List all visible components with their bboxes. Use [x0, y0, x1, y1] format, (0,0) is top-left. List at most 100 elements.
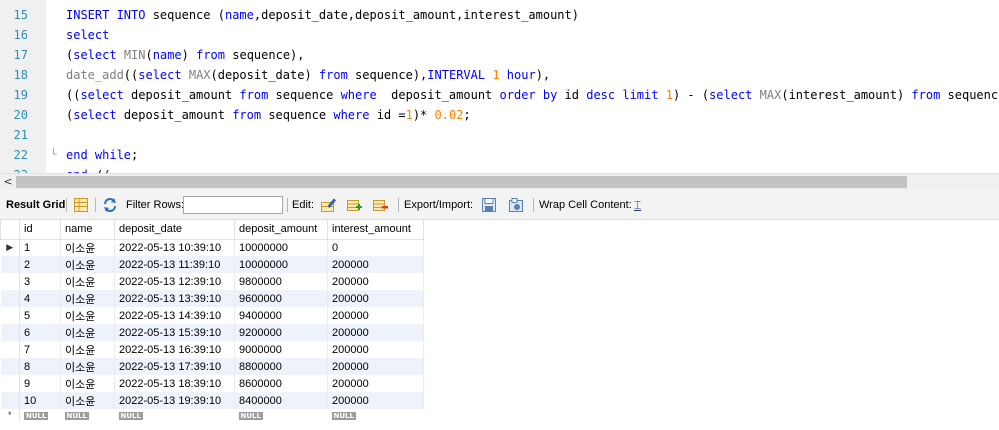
- new-row[interactable]: * NULL NULL NULL NULL NULL: [0, 409, 424, 421]
- table-row[interactable]: 6 이소윤 2022-05-13 15:39:10 9200000 200000: [0, 324, 424, 341]
- table-row[interactable]: 8 이소윤 2022-05-13 17:39:10 8800000 200000: [0, 358, 424, 375]
- row-indicator[interactable]: [0, 273, 20, 290]
- code-line[interactable]: 21: [0, 125, 999, 145]
- cell-name[interactable]: 이소윤: [60, 239, 115, 256]
- scrollbar-thumb[interactable]: [16, 176, 907, 188]
- cell-interest-amount[interactable]: 200000: [327, 392, 424, 409]
- null-cell[interactable]: NULL: [327, 409, 424, 421]
- row-indicator[interactable]: [0, 290, 20, 307]
- cell-id[interactable]: 1: [19, 239, 61, 256]
- import-icon[interactable]: [508, 197, 524, 213]
- add-row-icon[interactable]: [346, 197, 362, 213]
- refresh-icon[interactable]: [102, 197, 118, 213]
- code-line[interactable]: 20 (select deposit_amount from sequence w…: [0, 105, 999, 125]
- cell-id[interactable]: 5: [19, 307, 61, 324]
- row-indicator[interactable]: [0, 256, 20, 273]
- grid-view-icon[interactable]: [73, 197, 89, 213]
- cell-interest-amount[interactable]: 200000: [327, 256, 424, 273]
- row-indicator[interactable]: [0, 324, 20, 341]
- edit-row-icon[interactable]: [320, 197, 336, 213]
- cell-deposit-amount[interactable]: 9600000: [234, 290, 328, 307]
- cell-name[interactable]: 이소윤: [60, 256, 115, 273]
- cell-deposit-amount[interactable]: 10000000: [234, 256, 328, 273]
- cell-id[interactable]: 3: [19, 273, 61, 290]
- cell-name[interactable]: 이소윤: [60, 307, 115, 324]
- null-cell[interactable]: NULL: [234, 409, 328, 421]
- cell-deposit-date[interactable]: 2022-05-13 16:39:10: [114, 341, 235, 358]
- cell-deposit-date[interactable]: 2022-05-13 18:39:10: [114, 375, 235, 392]
- row-indicator[interactable]: [0, 358, 20, 375]
- cell-deposit-amount[interactable]: 9800000: [234, 273, 328, 290]
- wrap-cell-toggle-icon[interactable]: ⌶: [634, 190, 641, 220]
- cell-deposit-amount[interactable]: 9000000: [234, 341, 328, 358]
- fold-marker-icon[interactable]: └: [50, 145, 57, 165]
- cell-id[interactable]: 10: [19, 392, 61, 409]
- editor-horizontal-scrollbar[interactable]: <: [0, 173, 999, 190]
- code-line[interactable]: 16 select: [0, 25, 999, 45]
- code-line[interactable]: 19 ((select deposit_amount from sequence …: [0, 85, 999, 105]
- row-indicator[interactable]: [0, 341, 20, 358]
- cell-deposit-date[interactable]: 2022-05-13 11:39:10: [114, 256, 235, 273]
- cell-deposit-date[interactable]: 2022-05-13 10:39:10: [114, 239, 235, 256]
- code-line[interactable]: 23 end //: [0, 165, 999, 173]
- result-grid-tab[interactable]: Result Grid: [6, 190, 65, 220]
- cell-deposit-date[interactable]: 2022-05-13 19:39:10: [114, 392, 235, 409]
- cell-id[interactable]: 4: [19, 290, 61, 307]
- table-row[interactable]: 3 이소윤 2022-05-13 12:39:10 9800000 200000: [0, 273, 424, 290]
- export-icon[interactable]: [481, 197, 497, 213]
- code-line[interactable]: 15 INSERT INTO sequence (name,deposit_dat…: [0, 5, 999, 25]
- null-cell[interactable]: NULL: [114, 409, 235, 421]
- row-indicator[interactable]: [0, 392, 20, 409]
- cell-id[interactable]: 7: [19, 341, 61, 358]
- cell-interest-amount[interactable]: 200000: [327, 375, 424, 392]
- cell-interest-amount[interactable]: 200000: [327, 341, 424, 358]
- null-cell[interactable]: NULL: [60, 409, 115, 421]
- table-row[interactable]: 9 이소윤 2022-05-13 18:39:10 8600000 200000: [0, 375, 424, 392]
- filter-rows-input[interactable]: [183, 196, 283, 214]
- cell-interest-amount[interactable]: 200000: [327, 358, 424, 375]
- cell-deposit-date[interactable]: 2022-05-13 15:39:10: [114, 324, 235, 341]
- cell-interest-amount[interactable]: 200000: [327, 324, 424, 341]
- column-header-id[interactable]: id: [19, 220, 61, 240]
- cell-deposit-amount[interactable]: 9200000: [234, 324, 328, 341]
- cell-name[interactable]: 이소윤: [60, 392, 115, 409]
- table-row[interactable]: 5 이소윤 2022-05-13 14:39:10 9400000 200000: [0, 307, 424, 324]
- table-row[interactable]: 10 이소윤 2022-05-13 19:39:10 8400000 200000: [0, 392, 424, 409]
- column-header-deposit-date[interactable]: deposit_date: [114, 220, 235, 240]
- delete-row-icon[interactable]: [372, 197, 388, 213]
- table-row[interactable]: 2 이소윤 2022-05-13 11:39:10 10000000 200000: [0, 256, 424, 273]
- column-header-name[interactable]: name: [60, 220, 115, 240]
- cell-deposit-amount[interactable]: 10000000: [234, 239, 328, 256]
- cell-interest-amount[interactable]: 0: [327, 239, 424, 256]
- table-row[interactable]: ▶ 1 이소윤 2022-05-13 10:39:10 10000000 0: [0, 239, 424, 256]
- cell-name[interactable]: 이소윤: [60, 375, 115, 392]
- cell-deposit-date[interactable]: 2022-05-13 13:39:10: [114, 290, 235, 307]
- cell-deposit-date[interactable]: 2022-05-13 12:39:10: [114, 273, 235, 290]
- code-line[interactable]: 17 (select MIN(name) from sequence),: [0, 45, 999, 65]
- row-indicator[interactable]: [0, 375, 20, 392]
- cell-id[interactable]: 2: [19, 256, 61, 273]
- cell-name[interactable]: 이소윤: [60, 358, 115, 375]
- sql-editor[interactable]: 15 INSERT INTO sequence (name,deposit_dat…: [0, 0, 999, 173]
- current-row-marker-icon[interactable]: ▶: [0, 239, 20, 256]
- cell-interest-amount[interactable]: 200000: [327, 307, 424, 324]
- table-row[interactable]: 4 이소윤 2022-05-13 13:39:10 9600000 200000: [0, 290, 424, 307]
- table-row[interactable]: 7 이소윤 2022-05-13 16:39:10 9000000 200000: [0, 341, 424, 358]
- code-line[interactable]: 22 └ end while;: [0, 145, 999, 165]
- code-line[interactable]: 18 date_add((select MAX(deposit_date) fro…: [0, 65, 999, 85]
- scroll-left-arrow-icon[interactable]: <: [0, 174, 16, 190]
- cell-interest-amount[interactable]: 200000: [327, 273, 424, 290]
- cell-deposit-date[interactable]: 2022-05-13 17:39:10: [114, 358, 235, 375]
- cell-id[interactable]: 9: [19, 375, 61, 392]
- cell-interest-amount[interactable]: 200000: [327, 290, 424, 307]
- cell-deposit-amount[interactable]: 9400000: [234, 307, 328, 324]
- cell-name[interactable]: 이소윤: [60, 341, 115, 358]
- cell-name[interactable]: 이소윤: [60, 324, 115, 341]
- cell-id[interactable]: 6: [19, 324, 61, 341]
- cell-name[interactable]: 이소윤: [60, 290, 115, 307]
- column-header-interest-amount[interactable]: interest_amount: [327, 220, 424, 240]
- null-cell[interactable]: NULL: [19, 409, 61, 421]
- cell-deposit-amount[interactable]: 8800000: [234, 358, 328, 375]
- row-indicator[interactable]: [0, 307, 20, 324]
- cell-deposit-amount[interactable]: 8600000: [234, 375, 328, 392]
